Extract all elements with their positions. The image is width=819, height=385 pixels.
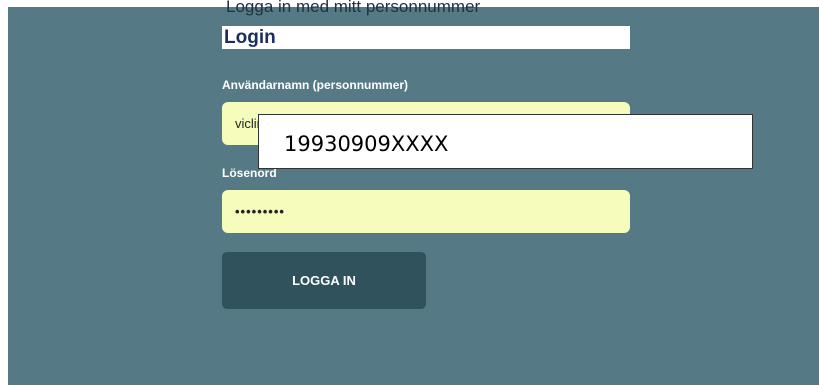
login-panel: Logga in med mitt personnummer Login Anv…: [8, 0, 819, 385]
login-button[interactable]: LOGGA IN: [222, 252, 426, 309]
login-title: Login: [224, 27, 276, 48]
personnummer-overlay: 19930909XXXX: [258, 114, 753, 169]
cut-off-heading: Logga in med mitt personnummer: [226, 0, 481, 16]
login-title-bar: Login: [222, 26, 630, 49]
password-value: •••••••••: [235, 204, 285, 219]
username-label: Användarnamn (personnummer): [222, 78, 409, 92]
password-input[interactable]: •••••••••: [222, 190, 630, 233]
login-button-label: LOGGA IN: [292, 273, 356, 288]
overlay-text: 19930909XXXX: [284, 131, 449, 156]
